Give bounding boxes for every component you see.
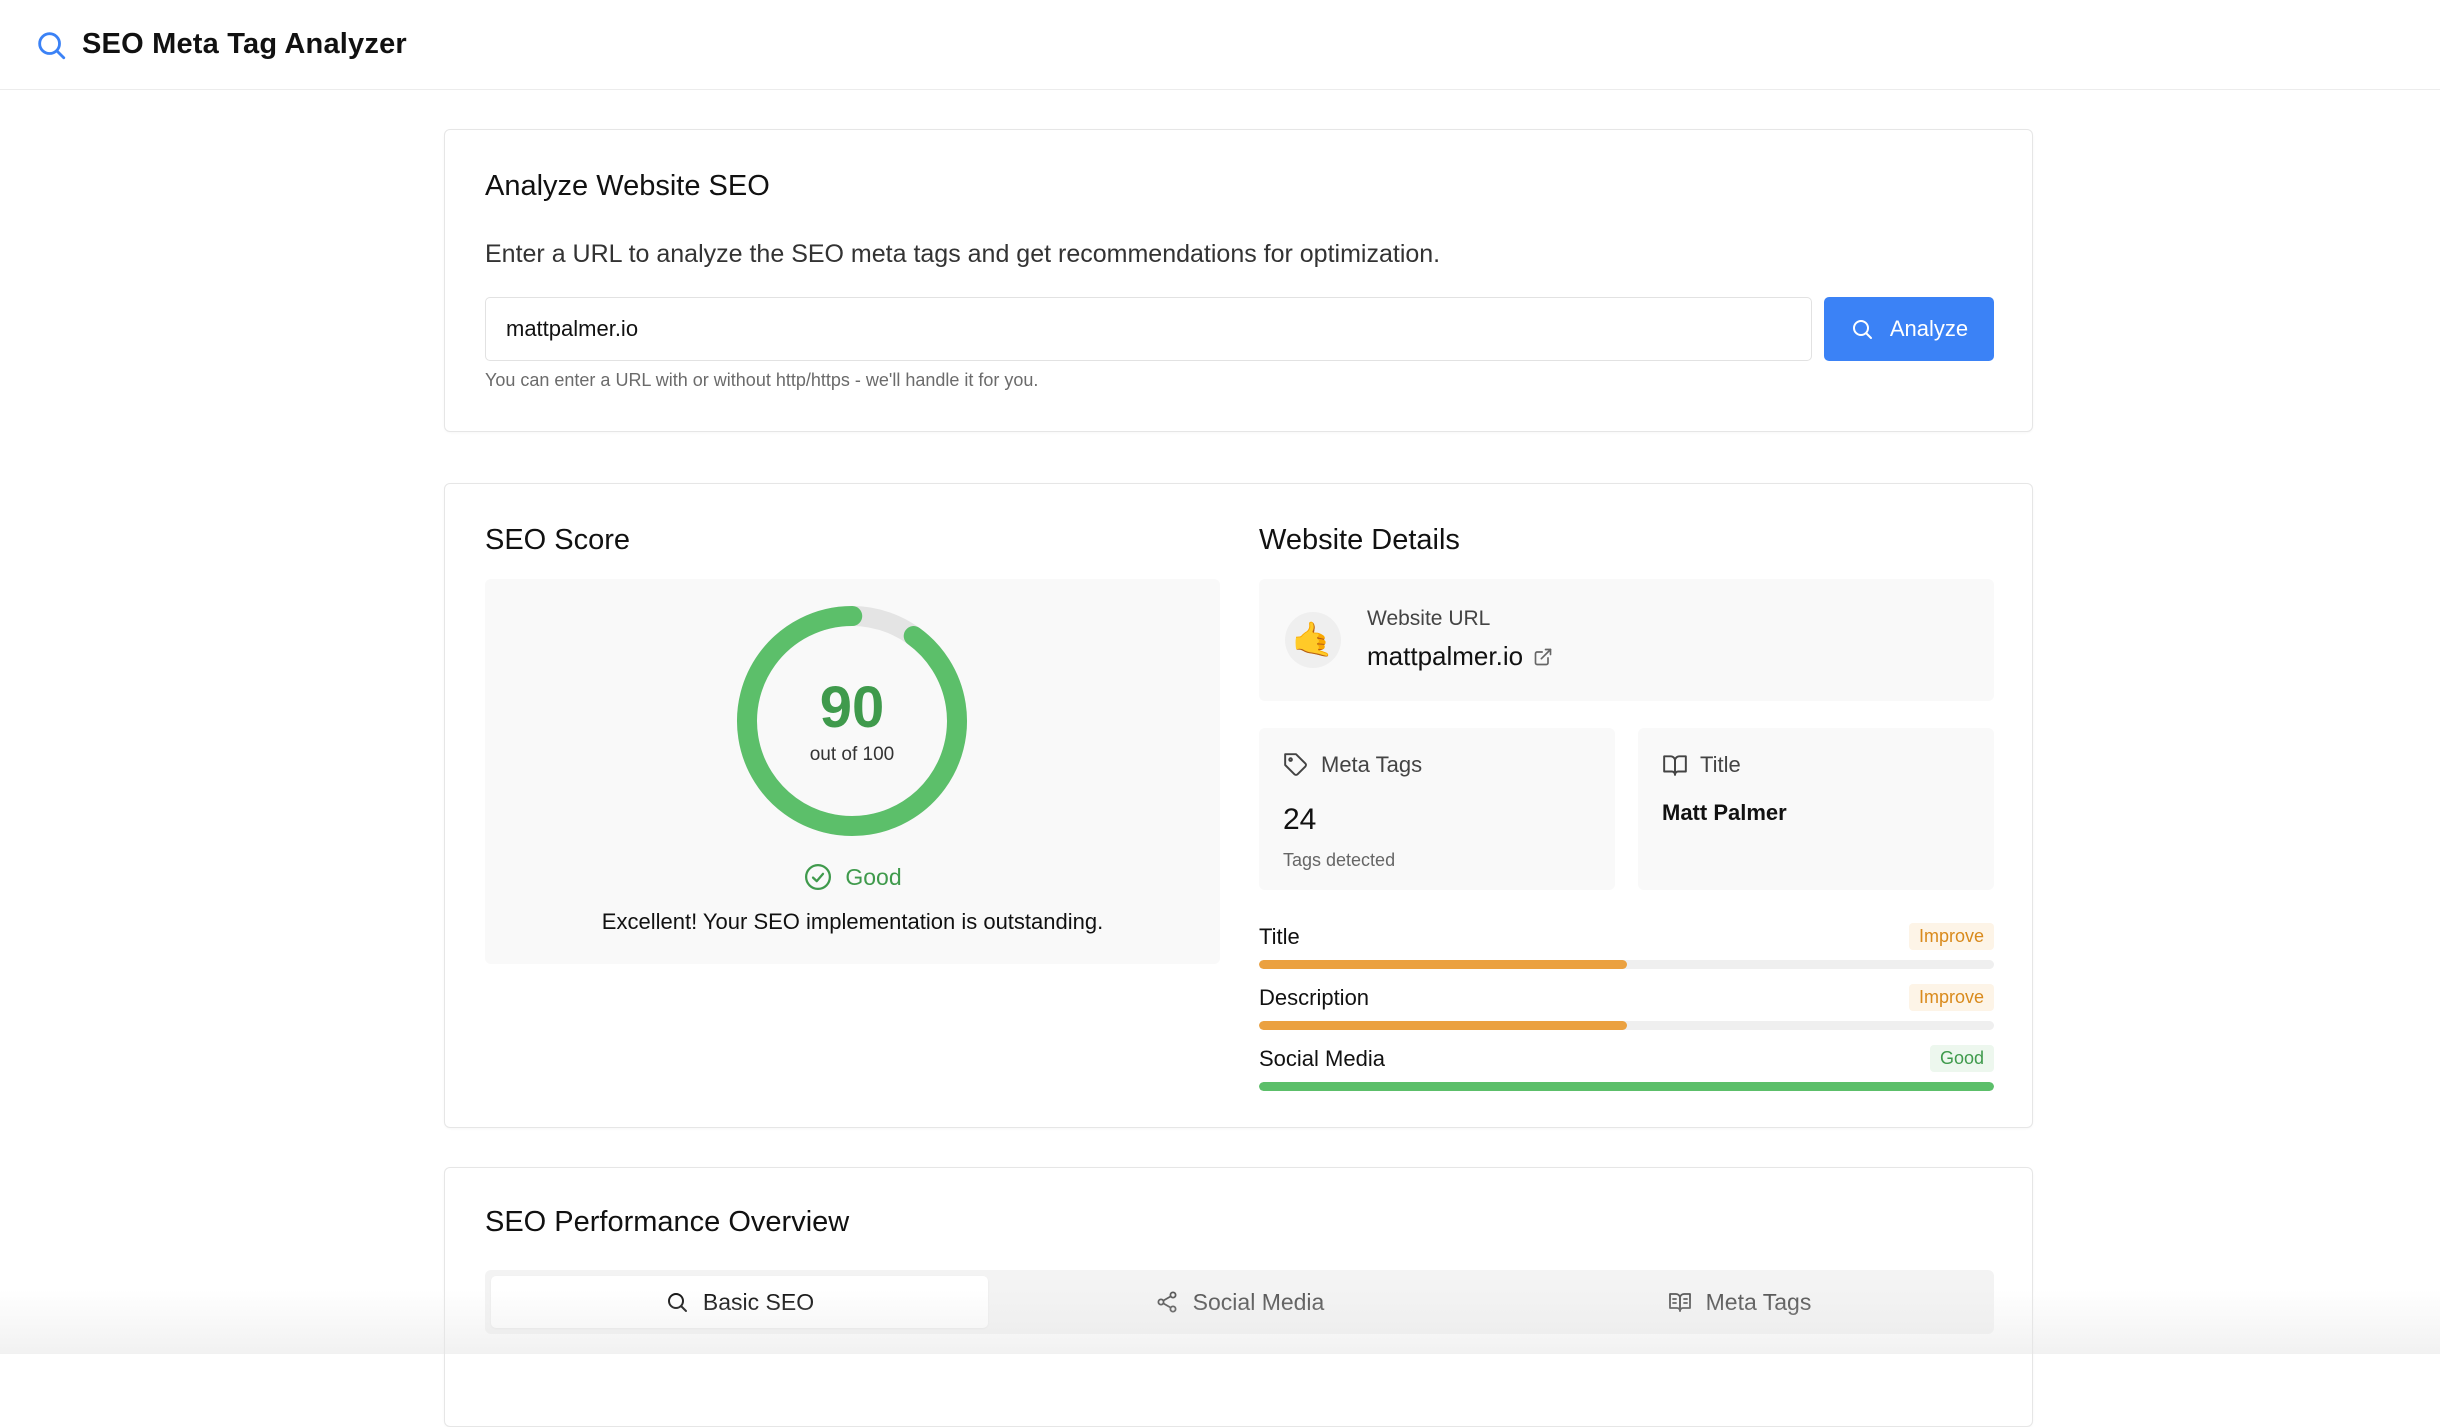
meta-tags-label: Meta Tags [1321,752,1423,777]
progress-fill [1259,1082,1994,1091]
website-url-link[interactable]: mattpalmer.io [1367,641,1553,672]
url-input[interactable] [485,297,1812,361]
score-value: 90 [819,675,885,740]
check-circle-icon [803,862,833,892]
score-rating: Good [485,862,1220,892]
tab-basic-seo[interactable]: Basic SEO [491,1276,988,1328]
progress-fill [1259,1021,1627,1030]
meta-tags-sub: Tags detected [1283,850,1396,870]
analyze-button-label: Analyze [1889,316,1969,341]
meta-tags-count: 24 [1283,803,1317,836]
score-rating-label: Good [845,863,902,890]
search-icon [1850,317,1874,341]
progress-track [1259,1082,1994,1091]
book-open-icon [1662,752,1688,778]
overview-tabs: Basic SEO Social Media Meta Tags [485,1270,1994,1334]
metric-label: Social Media [1259,1046,1385,1071]
results-card: SEO Score Website Details 90 out of 100 … [444,483,2033,1128]
analyze-card: Analyze Website SEO Enter a URL to analy… [444,129,2033,432]
website-url-value: mattpalmer.io [1367,641,1524,671]
status-badge: Improve [1908,984,1994,1011]
tab-label: Basic SEO [702,1288,815,1315]
seo-score-title: SEO Score [485,524,631,556]
share-icon [1155,1290,1179,1314]
score-panel: 90 out of 100 Good Excellent! Your SEO i… [485,579,1220,964]
metric-label: Description [1259,985,1370,1010]
tab-social-media[interactable]: Social Media [991,1276,1488,1328]
overview-card: SEO Performance Overview Basic SEO Socia… [444,1167,2033,1427]
tab-label: Social Media [1192,1288,1325,1315]
website-details-title: Website Details [1259,524,1460,556]
app-title: SEO Meta Tag Analyzer [82,28,407,60]
score-out-of: out of 100 [809,744,895,765]
analyze-description: Enter a URL to analyze the SEO meta tags… [485,240,1441,268]
tab-label: Meta Tags [1705,1288,1812,1315]
analyze-title: Analyze Website SEO [485,170,770,202]
score-message: Excellent! Your SEO implementation is ou… [601,909,1104,934]
progress-fill [1259,960,1627,969]
progress-track [1259,1021,1994,1030]
status-badge: Improve [1908,923,1994,950]
website-url-panel: 🤙 Website URL mattpalmer.io [1259,579,1994,701]
title-value: Matt Palmer [1662,800,1787,825]
app-header: SEO Meta Tag Analyzer [0,0,2440,90]
title-label: Title [1700,752,1741,777]
progress-track [1259,960,1994,969]
tab-meta-tags[interactable]: Meta Tags [1491,1276,1988,1328]
title-panel: Title Matt Palmer [1638,728,1994,890]
search-icon [34,28,68,62]
meta-tags-panel: Meta Tags 24 Tags detected [1259,728,1615,890]
book-open-text-icon [1668,1290,1692,1314]
url-hint: You can enter a URL with or without http… [485,370,1039,390]
site-favicon: 🤙 [1285,612,1341,668]
overview-title: SEO Performance Overview [485,1206,850,1238]
search-icon [665,1290,689,1314]
external-link-icon[interactable] [1533,647,1553,667]
metric-label: Title [1259,924,1300,949]
analyze-button[interactable]: Analyze [1824,297,1994,361]
website-url-label: Website URL [1367,607,1491,630]
tag-icon [1283,752,1309,778]
status-badge: Good [1929,1045,1994,1072]
